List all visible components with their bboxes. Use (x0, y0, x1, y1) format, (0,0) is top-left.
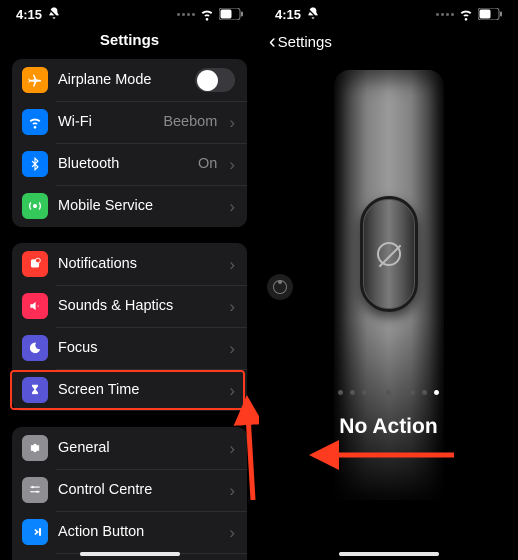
row-label: Wi-Fi (58, 114, 153, 130)
settings-group-general: General › Control Centre › Action Button… (12, 427, 247, 560)
battery-icon (478, 8, 502, 20)
row-label: Airplane Mode (58, 72, 185, 88)
signal-dots-icon (177, 13, 195, 16)
row-label: Sounds & Haptics (58, 298, 219, 314)
hourglass-icon (22, 377, 48, 403)
row-general[interactable]: General › (12, 427, 247, 469)
action-button-icon (22, 519, 48, 545)
action-pill (360, 196, 418, 312)
action-button-preview[interactable]: No Action (259, 60, 518, 540)
row-label: Notifications (58, 256, 219, 272)
chevron-right-icon: › (229, 340, 235, 357)
time-text: 4:15 (275, 7, 301, 22)
gear-icon (22, 435, 48, 461)
airplane-toggle[interactable] (195, 68, 235, 92)
time-text: 4:15 (16, 7, 42, 22)
wifi-icon (458, 6, 474, 22)
row-label: Mobile Service (58, 198, 219, 214)
status-bar: 4:15 (0, 0, 259, 24)
status-time: 4:15 (16, 6, 62, 22)
pager-dot[interactable] (386, 390, 391, 395)
settings-group-connectivity: Airplane Mode Wi-Fi Beebom › Bluetooth O… (12, 59, 247, 227)
settings-group-attention: Notifications › Sounds & Haptics › Focus… (12, 243, 247, 411)
row-label: Action Button (58, 524, 219, 540)
battery-icon (219, 8, 243, 20)
status-bar: 4:15 (259, 0, 518, 24)
pager-dot[interactable] (398, 390, 403, 395)
chevron-left-icon: ‹ (269, 32, 276, 52)
wifi-icon (199, 6, 215, 22)
chevron-right-icon: › (229, 156, 235, 173)
chevron-right-icon: › (229, 198, 235, 215)
row-airplane-mode[interactable]: Airplane Mode (12, 59, 247, 101)
speaker-icon (22, 293, 48, 319)
bluetooth-icon (22, 151, 48, 177)
row-label: General (58, 440, 219, 456)
row-value: On (198, 156, 217, 172)
page-indicator[interactable] (259, 390, 518, 395)
antenna-icon (22, 193, 48, 219)
row-label: Focus (58, 340, 219, 356)
status-time: 4:15 (275, 6, 321, 22)
sliders-icon (22, 477, 48, 503)
back-label: Settings (278, 34, 332, 51)
wifi-icon (22, 109, 48, 135)
moon-icon (22, 335, 48, 361)
notifications-icon (22, 251, 48, 277)
row-action-button[interactable]: Action Button › (12, 511, 247, 553)
home-indicator[interactable] (80, 552, 180, 556)
phone-left: 4:15 Settings Airplane Mode Wi-Fi Beebom… (0, 0, 259, 560)
chevron-right-icon: › (229, 298, 235, 315)
row-sounds-haptics[interactable]: Sounds & Haptics › (12, 285, 247, 327)
status-right (436, 6, 502, 22)
chevron-right-icon: › (229, 114, 235, 131)
chevron-right-icon: › (229, 440, 235, 457)
accessibility-icon (273, 280, 287, 294)
page-title: Settings (0, 24, 259, 59)
no-action-glyph-icon (377, 242, 401, 266)
pager-dot[interactable] (338, 390, 343, 395)
home-indicator[interactable] (339, 552, 439, 556)
action-title: No Action (259, 415, 518, 439)
signal-dots-icon (436, 13, 454, 16)
pager-dot[interactable] (374, 390, 379, 395)
chevron-right-icon: › (229, 524, 235, 541)
accessibility-assist-badge[interactable] (267, 274, 293, 300)
row-value: Beebom (163, 114, 217, 130)
row-label: Control Centre (58, 482, 219, 498)
row-screen-time[interactable]: Screen Time › (12, 369, 247, 411)
chevron-right-icon: › (229, 482, 235, 499)
row-label: Screen Time (58, 382, 219, 398)
phone-right: 4:15 ‹ Settings No Action (259, 0, 518, 560)
row-control-centre[interactable]: Control Centre › (12, 469, 247, 511)
pager-dot[interactable] (410, 390, 415, 395)
row-mobile-service[interactable]: Mobile Service › (12, 185, 247, 227)
dnd-bell-slash-icon (305, 6, 321, 22)
pager-dot[interactable] (350, 390, 355, 395)
airplane-icon (22, 67, 48, 93)
row-label: Bluetooth (58, 156, 188, 172)
row-focus[interactable]: Focus › (12, 327, 247, 369)
dnd-bell-slash-icon (46, 6, 62, 22)
row-wifi[interactable]: Wi-Fi Beebom › (12, 101, 247, 143)
pager-dot[interactable] (422, 390, 427, 395)
status-right (177, 6, 243, 22)
back-button[interactable]: ‹ Settings (259, 24, 518, 60)
row-notifications[interactable]: Notifications › (12, 243, 247, 285)
chevron-right-icon: › (229, 382, 235, 399)
row-bluetooth[interactable]: Bluetooth On › (12, 143, 247, 185)
pager-dot[interactable] (362, 390, 367, 395)
pager-dot[interactable] (434, 390, 439, 395)
chevron-right-icon: › (229, 256, 235, 273)
